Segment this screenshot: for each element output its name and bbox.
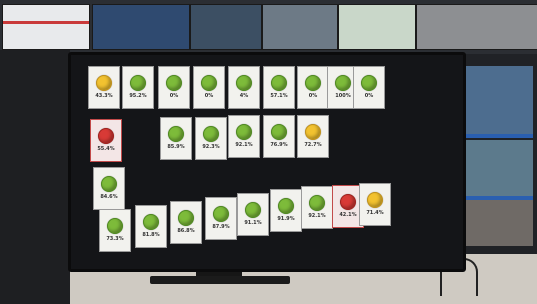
status-light-icon <box>201 75 217 91</box>
wall-screen-report <box>2 4 90 50</box>
wall-screen-camera <box>262 4 338 50</box>
status-light-icon <box>340 194 356 210</box>
status-value: 91.9% <box>277 216 295 222</box>
status-tile[interactable]: 91.1% <box>237 193 269 236</box>
status-value: 95.2% <box>129 93 147 99</box>
status-tile[interactable]: 76.9% <box>263 115 295 158</box>
status-light-icon <box>305 124 321 140</box>
status-tile[interactable]: 81.8% <box>135 205 167 248</box>
status-tile[interactable]: 55.4% <box>90 119 122 162</box>
status-light-icon <box>367 192 383 208</box>
status-value: 0% <box>204 93 214 99</box>
status-value: 0% <box>169 93 179 99</box>
status-tile[interactable]: 0% <box>158 66 190 109</box>
status-light-icon <box>98 128 114 144</box>
status-tile[interactable]: 0% <box>353 66 385 109</box>
right-monitor-camera-feed-bottom <box>464 200 533 246</box>
status-light-icon <box>271 124 287 140</box>
status-light-icon <box>213 206 229 222</box>
status-value: 43.3% <box>95 93 113 99</box>
status-light-icon <box>278 198 294 214</box>
status-tile[interactable]: 84.6% <box>93 167 125 210</box>
status-light-icon <box>166 75 182 91</box>
status-tile[interactable]: 95.2% <box>122 66 154 109</box>
right-monitor-camera-feed-top <box>464 66 533 134</box>
status-value: 0% <box>364 93 374 99</box>
status-tile[interactable]: 92.1% <box>301 186 333 229</box>
status-light-icon <box>361 75 377 91</box>
status-light-icon <box>143 214 159 230</box>
status-value: 0% <box>308 93 318 99</box>
status-tile[interactable]: 86.8% <box>170 201 202 244</box>
status-tile[interactable]: 71.4% <box>359 183 391 226</box>
status-light-icon <box>236 124 252 140</box>
status-light-icon <box>245 202 261 218</box>
status-light-icon <box>236 75 252 91</box>
right-monitor-camera-feed-middle <box>464 140 533 196</box>
wall-screen-grey <box>416 4 537 50</box>
status-light-icon <box>309 195 325 211</box>
status-value: 81.8% <box>142 232 160 238</box>
wall-screen-header-bar <box>3 21 89 24</box>
wall-screen-map <box>190 4 262 50</box>
status-value: 55.4% <box>97 146 115 152</box>
status-tile[interactable]: 57.1% <box>263 66 295 109</box>
status-value: 57.1% <box>270 93 288 99</box>
status-value: 86.8% <box>177 228 195 234</box>
status-value: 4% <box>239 93 249 99</box>
status-tile[interactable]: 0% <box>297 66 329 109</box>
status-value: 84.6% <box>100 194 118 200</box>
status-tile[interactable]: 72.7% <box>297 115 329 158</box>
status-value: 73.3% <box>106 236 124 242</box>
right-monitor-stripe <box>464 134 533 138</box>
status-tile[interactable]: 91.9% <box>270 189 302 232</box>
status-value: 72.7% <box>304 142 322 148</box>
monitor-base <box>150 276 290 284</box>
status-value: 92.1% <box>308 213 326 219</box>
status-light-icon <box>101 176 117 192</box>
status-tile[interactable]: 92.1% <box>228 115 260 158</box>
status-tile[interactable]: 85.9% <box>160 117 192 160</box>
wall-screen-blue <box>92 4 190 50</box>
wall-screen-status <box>338 4 416 50</box>
status-value: 91.1% <box>244 220 262 226</box>
status-tile[interactable]: 43.3% <box>88 66 120 109</box>
status-value: 92.1% <box>235 142 253 148</box>
status-tile[interactable]: 0% <box>193 66 225 109</box>
status-light-icon <box>178 210 194 226</box>
status-light-icon <box>335 75 351 91</box>
left-monitor <box>0 50 70 304</box>
status-light-icon <box>305 75 321 91</box>
status-tile[interactable]: 4% <box>228 66 260 109</box>
status-light-icon <box>96 75 112 91</box>
status-value: 85.9% <box>167 144 185 150</box>
status-value: 87.9% <box>212 224 230 230</box>
status-light-icon <box>107 218 123 234</box>
status-value: 71.4% <box>366 210 384 216</box>
status-light-icon <box>271 75 287 91</box>
status-tile[interactable]: 92.3% <box>195 117 227 160</box>
status-tile[interactable]: 73.3% <box>99 209 131 252</box>
status-value: 76.9% <box>270 142 288 148</box>
status-light-icon <box>203 126 219 142</box>
status-light-icon <box>168 126 184 142</box>
status-tile[interactable]: 87.9% <box>205 197 237 240</box>
status-value: 92.3% <box>202 144 220 150</box>
status-light-icon <box>130 75 146 91</box>
